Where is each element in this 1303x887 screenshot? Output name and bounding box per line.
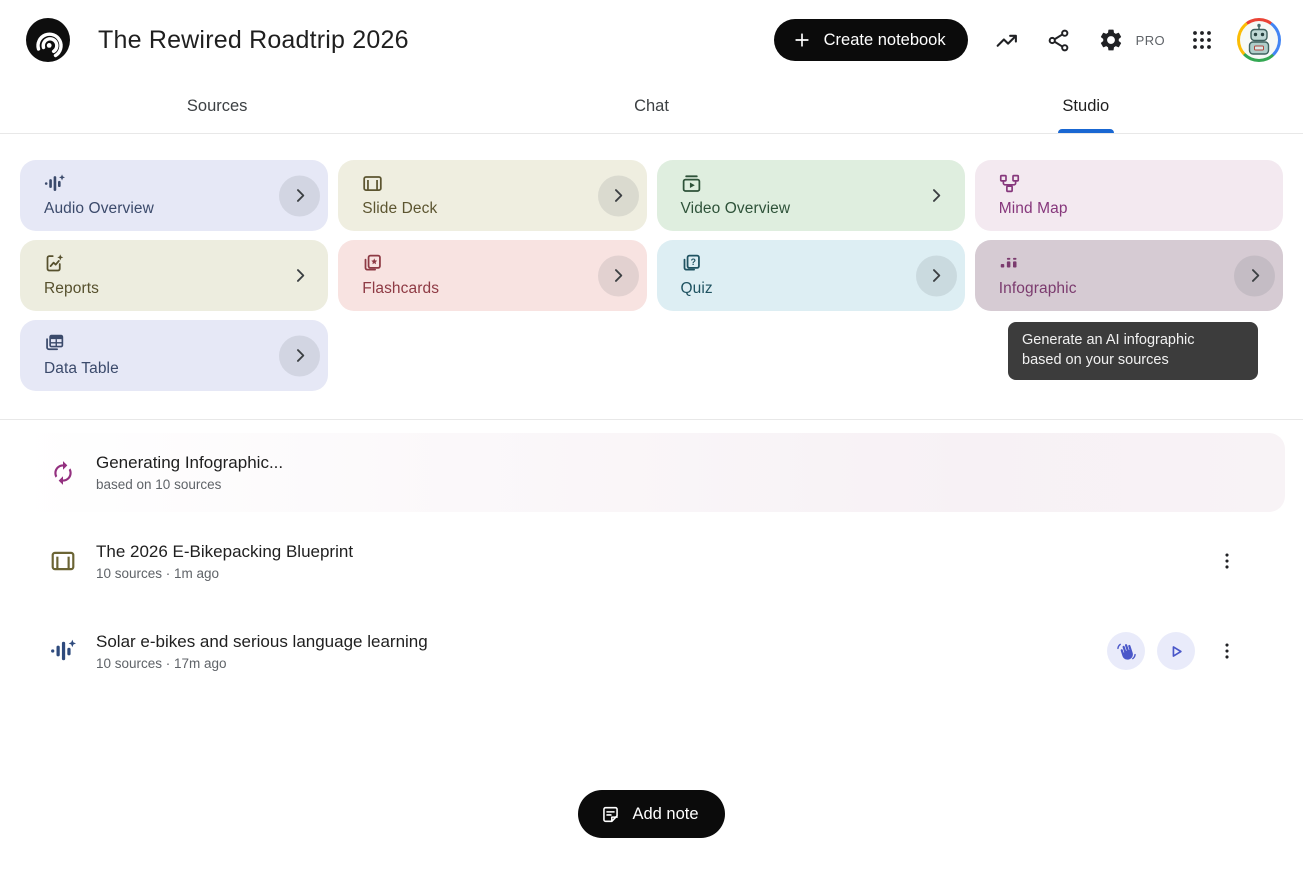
header-actions: Create notebook PRO (774, 17, 1281, 63)
card-data-table[interactable]: Data Table (20, 320, 328, 391)
card-label: Infographic (999, 280, 1267, 298)
card-label: Audio Overview (44, 200, 312, 218)
chevron-right-icon[interactable] (598, 255, 639, 296)
card-quiz[interactable]: ? Quiz (657, 240, 965, 311)
pro-badge: PRO (1136, 33, 1165, 48)
settings-gear-icon[interactable] (1088, 17, 1134, 63)
card-reports[interactable]: Reports (20, 240, 328, 311)
card-label: Data Table (44, 360, 312, 378)
infographic-tooltip: Generate an AI infographic based on your… (1008, 322, 1258, 380)
audio-waveform-icon (50, 638, 76, 664)
tab-sources[interactable]: Sources (0, 80, 434, 133)
chevron-right-icon[interactable] (916, 255, 957, 296)
waving-hand-icon (1116, 641, 1137, 662)
create-notebook-button[interactable]: Create notebook (774, 19, 968, 61)
artifact-generating-infographic[interactable]: Generating Infographic... based on 10 so… (18, 433, 1285, 512)
app-header: The Rewired Roadtrip 2026 Create noteboo… (0, 0, 1303, 80)
add-note-container: Add note (0, 790, 1303, 838)
card-infographic[interactable]: Infographic (975, 240, 1283, 311)
chevron-right-icon[interactable] (916, 175, 957, 216)
audio-waveform-icon (44, 173, 65, 194)
interactive-mode-button[interactable] (1107, 632, 1145, 670)
data-table-icon (44, 333, 65, 354)
add-note-button[interactable]: Add note (578, 790, 724, 838)
tab-chat[interactable]: Chat (434, 80, 868, 133)
flashcards-icon (362, 253, 383, 274)
panel-tabbar: Sources Chat Studio (0, 80, 1303, 134)
chevron-right-icon[interactable] (279, 255, 320, 296)
card-label: Slide Deck (362, 200, 630, 218)
tooltip-line1: Generate an AI infographic (1022, 330, 1244, 350)
note-icon (600, 804, 621, 825)
user-avatar[interactable] (1237, 18, 1281, 62)
slide-deck-icon (362, 173, 383, 194)
card-label: Video Overview (681, 200, 949, 218)
card-mind-map[interactable]: Mind Map (975, 160, 1283, 231)
active-tab-underline (1058, 129, 1114, 133)
card-audio-overview[interactable]: Audio Overview (20, 160, 328, 231)
artifact-title: Generating Infographic... (96, 453, 283, 473)
apps-grid-icon[interactable] (1179, 17, 1225, 63)
artifact-list: Generating Infographic... based on 10 so… (0, 420, 1303, 690)
artifact-title: The 2026 E-Bikepacking Blueprint (96, 542, 353, 562)
play-icon (1166, 641, 1187, 662)
sync-icon (50, 460, 76, 486)
infographic-icon (999, 253, 1020, 274)
notebook-title[interactable]: The Rewired Roadtrip 2026 (98, 26, 409, 55)
card-slide-deck[interactable]: Slide Deck (338, 160, 646, 231)
more-options-icon[interactable] (1207, 631, 1247, 671)
card-label: Quiz (681, 280, 949, 298)
chevron-right-icon[interactable] (279, 335, 320, 376)
artifact-audio-overview[interactable]: Solar e-bikes and serious language learn… (18, 612, 1285, 690)
mind-map-icon (999, 173, 1020, 194)
avatar-robot-image (1240, 21, 1278, 59)
notebooklm-logo-icon[interactable] (26, 18, 70, 62)
play-button[interactable] (1157, 632, 1195, 670)
add-note-label: Add note (632, 805, 698, 824)
artifact-slide-deck[interactable]: The 2026 E-Bikepacking Blueprint 10 sour… (18, 522, 1285, 600)
card-flashcards[interactable]: Flashcards (338, 240, 646, 311)
share-icon[interactable] (1036, 17, 1082, 63)
card-label: Flashcards (362, 280, 630, 298)
artifact-title: Solar e-bikes and serious language learn… (96, 632, 428, 652)
create-notebook-label: Create notebook (824, 31, 946, 50)
quiz-icon: ? (681, 253, 702, 274)
reports-icon (44, 253, 65, 274)
analytics-icon[interactable] (984, 17, 1030, 63)
tab-studio[interactable]: Studio (869, 80, 1303, 133)
tab-studio-label: Studio (1062, 97, 1109, 116)
chevron-right-icon[interactable] (1234, 255, 1275, 296)
tab-chat-label: Chat (634, 97, 669, 116)
slide-deck-icon (50, 548, 76, 574)
video-overview-icon (681, 173, 702, 194)
more-options-icon[interactable] (1207, 541, 1247, 581)
svg-text:?: ? (690, 257, 695, 267)
chevron-right-icon[interactable] (279, 175, 320, 216)
tab-sources-label: Sources (187, 97, 248, 116)
artifact-meta: 10 sources · 1m ago (96, 566, 353, 581)
card-label: Reports (44, 280, 312, 298)
plus-icon (792, 30, 812, 50)
artifact-meta: 10 sources · 17m ago (96, 656, 428, 671)
card-video-overview[interactable]: Video Overview (657, 160, 965, 231)
tooltip-line2: based on your sources (1022, 350, 1244, 370)
artifact-meta: based on 10 sources (96, 477, 283, 492)
chevron-right-icon[interactable] (598, 175, 639, 216)
card-label: Mind Map (999, 200, 1267, 218)
